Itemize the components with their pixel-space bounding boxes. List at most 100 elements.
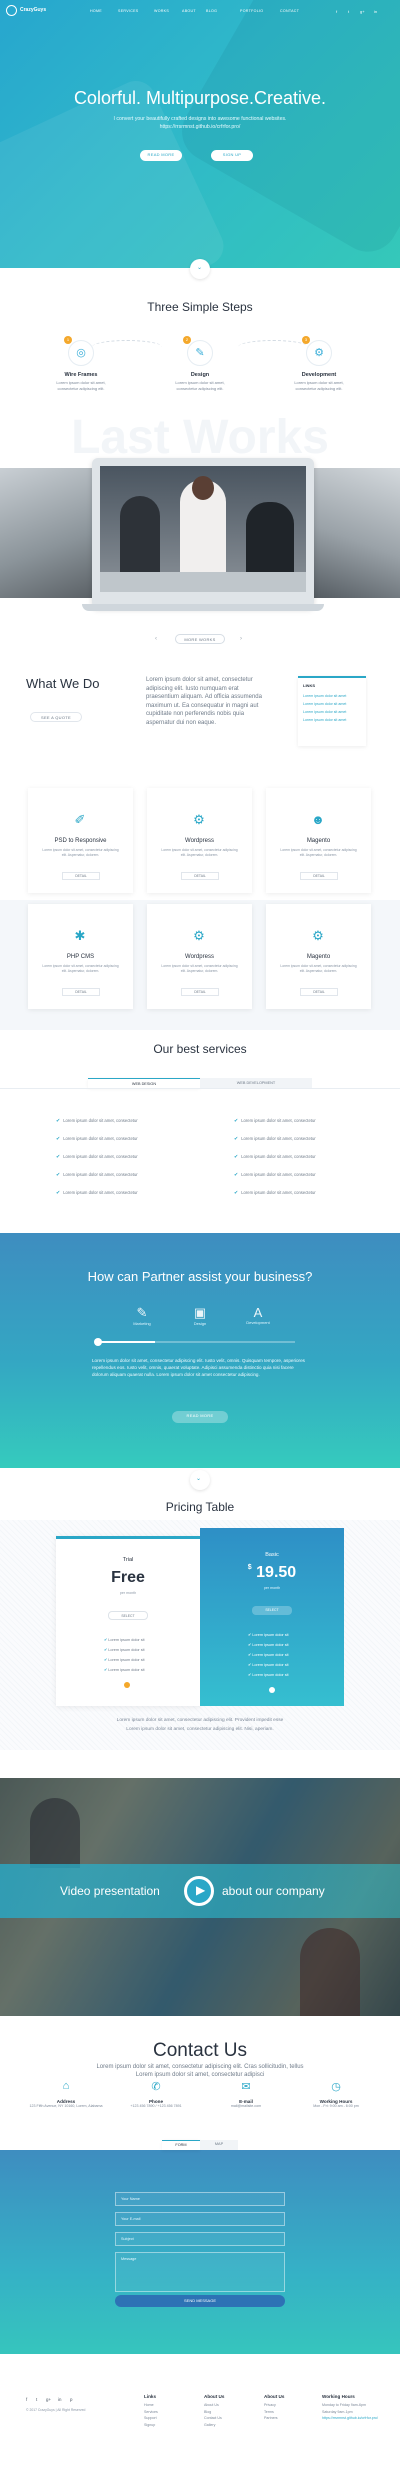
logo-text[interactable]: CrazyGuys	[20, 7, 46, 13]
detail-button[interactable]: DETAIL	[181, 872, 219, 880]
check-icon: ✔	[56, 1172, 61, 1178]
more-works-button[interactable]: MORE WORKS	[175, 634, 225, 644]
asterisk-icon: ✱	[74, 928, 86, 943]
facebook-icon[interactable]: f	[26, 2397, 27, 2402]
check-icon: ✔	[56, 1136, 61, 1142]
contact-address: ⌂ Address 123 Fifth Avenue, NY 10160, Lo…	[26, 2080, 106, 2110]
scroll-down-button[interactable]: ⌄	[190, 259, 210, 279]
work-preview-image[interactable]	[100, 466, 306, 592]
sign-up-button[interactable]: SIGN UP	[211, 150, 253, 161]
name-field[interactable]: Your Name	[115, 2192, 285, 2206]
clock-icon: ◷	[331, 2081, 341, 2093]
video-caption-left: Video presentation	[60, 1884, 160, 1898]
contact-phone: ✆ Phone +123 456 7890 / +123 456 7891	[116, 2080, 196, 2110]
link-item[interactable]: Lorem ipsum dolor sit amet	[303, 692, 361, 700]
partner-tab-marketing[interactable]: ✎ Marketing	[112, 1305, 172, 1326]
detail-button[interactable]: DETAIL	[300, 988, 338, 996]
quote-button[interactable]: SEE A QUOTE	[30, 712, 82, 722]
home-icon: ⌂	[62, 2080, 70, 2092]
pinterest-icon[interactable]: p	[70, 2397, 72, 2402]
linkedin-icon[interactable]: in	[374, 9, 377, 14]
step-design: ✎ 2 Design Lorem ipsum dolor sit amet, c…	[155, 330, 245, 410]
check-icon: ✔	[234, 1190, 239, 1196]
link-item[interactable]: Lorem ipsum dolor sit amet	[303, 700, 361, 708]
tab-map[interactable]: MAP	[200, 2140, 238, 2150]
plan-name: Basic	[265, 1552, 279, 1558]
partner-progress-knob[interactable]	[94, 1338, 102, 1346]
service-list-item: ✔ Lorem ipsum dolor sit amet, consectetur	[56, 1118, 138, 1124]
message-field[interactable]: Message	[115, 2252, 285, 2292]
hero-link[interactable]: https://rrsrmnst.github.io/crfrfor.pro/	[0, 124, 400, 130]
gear-icon: ⚙	[193, 812, 205, 827]
select-plan-button[interactable]: SELECT	[252, 1606, 292, 1615]
plan-feature: ✔ Lorem ipsum dolor sit	[104, 1658, 145, 1662]
photo-figure	[192, 476, 214, 500]
google-plus-icon[interactable]: g+	[46, 2397, 51, 2402]
plan-feature: ✔ Lorem ipsum dolor sit	[248, 1653, 289, 1657]
step-wire-frames: ◎ 1 Wire Frames Lorem ipsum dolor sit am…	[36, 330, 126, 410]
linkedin-icon[interactable]: in	[58, 2397, 61, 2402]
pricing-plan-trial: Trial Free per month SELECT ✔ Lorem ipsu…	[56, 1536, 200, 1706]
twitter-icon[interactable]: t	[36, 2397, 37, 2402]
nav-item-home[interactable]: HOME	[90, 9, 102, 13]
service-card: ⚙ Wordpress Lorem ipsum dolor sit amet, …	[147, 788, 252, 893]
play-button[interactable]: ▶	[184, 1876, 214, 1906]
work-thumbnail[interactable]	[314, 468, 400, 598]
service-card: ⚙ Wordpress Lorem ipsum dolor sit amet, …	[147, 904, 252, 1009]
scroll-down-button[interactable]: ⌄	[190, 1470, 210, 1490]
contact-title: Contact Us	[153, 2040, 247, 2061]
email-field[interactable]: Your E-mail	[115, 2212, 285, 2226]
nav-item-about[interactable]: ABOUT	[182, 9, 196, 13]
read-more-button[interactable]: READ MORE	[140, 150, 182, 161]
links-heading: LINKS	[303, 683, 315, 688]
card-text: Lorem ipsum dolor sit amet, consectetur …	[42, 848, 119, 857]
detail-button[interactable]: DETAIL	[62, 872, 100, 880]
link-item[interactable]: Lorem ipsum dolor sit amet	[303, 716, 361, 724]
check-icon: ✔	[234, 1154, 239, 1160]
partner-tab-design[interactable]: ▣ Design	[170, 1305, 230, 1326]
chevron-down-icon: ⌄	[196, 1476, 202, 1482]
tab-web-design[interactable]: WEB DESIGN	[88, 1078, 200, 1088]
plan-feature: ✔ Lorem ipsum dolor sit	[104, 1638, 145, 1642]
partner-title: How can Partner assist your business?	[87, 1269, 313, 1284]
video-caption-band: Video presentation ▶ about our company	[0, 1864, 400, 1918]
subject-field[interactable]: Subject	[115, 2232, 285, 2246]
step-text: Lorem ipsum dolor sit amet, consectetur …	[175, 380, 225, 391]
hero-title: Colorful. Multipurpose.Creative.	[73, 88, 327, 108]
service-list-item: ✔ Lorem ipsum dolor sit amet, consectetur	[234, 1154, 316, 1160]
footer-col-about: About Us About Us Blog Contact Us Galler…	[204, 2394, 225, 2427]
pricing-title: Pricing Table	[165, 1500, 235, 1514]
footer-col-about-2: About Us Privacy Terms Partners	[264, 2394, 285, 2420]
check-icon: ✔	[56, 1190, 61, 1196]
nav-item-services[interactable]: SERVICES	[118, 9, 139, 13]
chevron-right-icon[interactable]: ›	[240, 636, 242, 642]
work-thumbnail[interactable]	[0, 468, 92, 598]
partner-tab-development[interactable]: A Development	[228, 1305, 288, 1325]
photo-figure	[30, 1798, 80, 1868]
nav-item-contact[interactable]: CONTACT	[280, 9, 299, 13]
tab-form[interactable]: FORM	[162, 2140, 200, 2150]
detail-button[interactable]: DETAIL	[181, 988, 219, 996]
send-message-button[interactable]: SEND MESSAGE	[115, 2295, 285, 2307]
detail-button[interactable]: DETAIL	[62, 988, 100, 996]
tab-web-development[interactable]: WEB DEVELOPMENT	[200, 1078, 312, 1088]
image-icon: ▣	[193, 1305, 207, 1320]
chevron-left-icon[interactable]: ‹	[155, 636, 157, 642]
facebook-icon[interactable]: f	[336, 9, 337, 14]
nav-item-portfolio[interactable]: PORTFOLIO	[240, 9, 263, 13]
select-plan-button[interactable]: SELECT	[108, 1611, 148, 1620]
card-title: Magento	[306, 838, 331, 844]
pencil-icon: ✎	[195, 347, 205, 359]
partner-text: Lorem ipsum dolor sit amet, consectetur …	[92, 1358, 305, 1377]
twitter-icon[interactable]: t	[348, 9, 349, 14]
logo-icon[interactable]	[6, 5, 17, 16]
nav-item-blog[interactable]: BLOG	[206, 9, 217, 13]
google-plus-icon[interactable]: g+	[360, 9, 365, 14]
partner-read-more-button[interactable]: READ MORE	[172, 1411, 228, 1423]
user-icon: ☻	[311, 812, 325, 827]
link-item[interactable]: Lorem ipsum dolor sit amet	[303, 708, 361, 716]
gear-icon: ⚙	[314, 347, 324, 359]
nav-item-works[interactable]: WORKS	[154, 9, 169, 13]
service-list-item: ✔ Lorem ipsum dolor sit amet, consectetur	[56, 1136, 138, 1142]
detail-button[interactable]: DETAIL	[300, 872, 338, 880]
